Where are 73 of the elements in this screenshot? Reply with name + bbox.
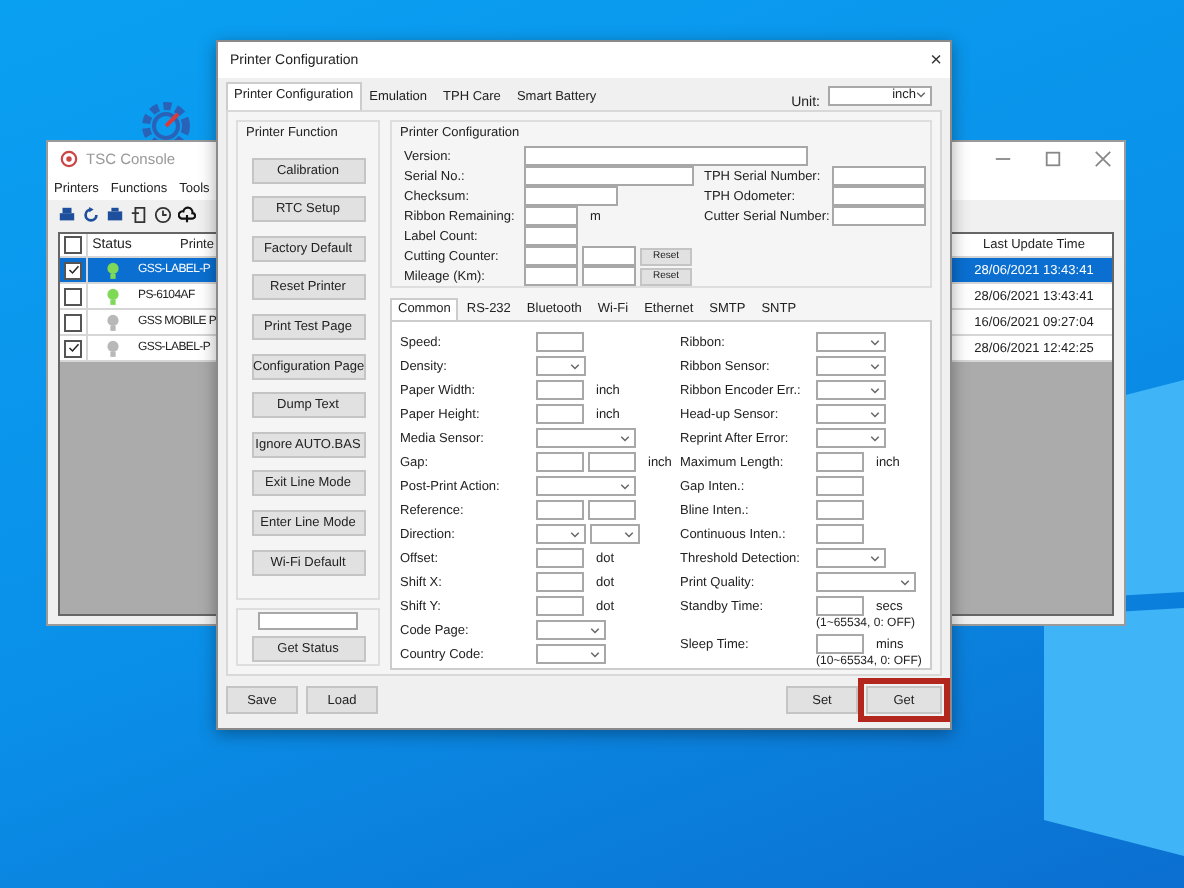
chevron-down-icon bbox=[570, 363, 580, 369]
input-field[interactable] bbox=[536, 500, 584, 520]
dropdown[interactable] bbox=[816, 572, 916, 592]
refresh-icon[interactable] bbox=[82, 205, 100, 223]
cloud-icon[interactable] bbox=[178, 205, 196, 223]
input-field[interactable] bbox=[524, 226, 578, 246]
close-button[interactable]: × bbox=[930, 49, 942, 71]
close-icon[interactable] bbox=[1094, 150, 1112, 168]
input-field[interactable] bbox=[524, 146, 808, 166]
dropdown[interactable] bbox=[590, 524, 640, 544]
dropdown[interactable] bbox=[536, 524, 586, 544]
printer-icon[interactable] bbox=[58, 205, 76, 223]
chevron-down-icon bbox=[590, 651, 600, 657]
chevron-down-icon bbox=[570, 531, 580, 537]
input-field[interactable] bbox=[582, 266, 636, 286]
dropdown[interactable] bbox=[536, 428, 636, 448]
input-field[interactable] bbox=[832, 186, 926, 206]
chevron-down-icon bbox=[590, 627, 600, 633]
checkbox[interactable] bbox=[64, 236, 82, 254]
input-field[interactable] bbox=[524, 266, 578, 286]
checkbox[interactable] bbox=[64, 261, 82, 279]
chevron-down-icon bbox=[916, 92, 926, 98]
dropdown[interactable] bbox=[816, 332, 886, 352]
input-field[interactable] bbox=[832, 206, 926, 226]
input-field[interactable] bbox=[536, 572, 584, 592]
status-field[interactable] bbox=[258, 612, 358, 630]
input-field[interactable] bbox=[816, 476, 864, 496]
input-field[interactable] bbox=[582, 246, 636, 266]
input-field[interactable] bbox=[524, 186, 618, 206]
checkbox[interactable] bbox=[64, 287, 82, 305]
app-icon bbox=[60, 150, 78, 168]
dropdown[interactable] bbox=[536, 356, 586, 376]
dropdown[interactable] bbox=[536, 644, 606, 664]
input-field[interactable] bbox=[536, 452, 584, 472]
maximize-icon[interactable] bbox=[1044, 150, 1062, 168]
input-field[interactable] bbox=[832, 166, 926, 186]
chevron-down-icon bbox=[870, 555, 880, 561]
chevron-down-icon bbox=[870, 339, 880, 345]
chevron-down-icon bbox=[624, 531, 634, 537]
chevron-down-icon bbox=[870, 387, 880, 393]
chevron-down-icon bbox=[870, 411, 880, 417]
input-field[interactable] bbox=[588, 500, 636, 520]
input-field[interactable] bbox=[816, 500, 864, 520]
dropdown[interactable] bbox=[816, 548, 886, 568]
input-field[interactable] bbox=[536, 404, 584, 424]
dropdown[interactable] bbox=[816, 428, 886, 448]
chevron-down-icon bbox=[620, 483, 630, 489]
dropdown[interactable] bbox=[536, 620, 606, 640]
dropdown[interactable] bbox=[816, 380, 886, 400]
chevron-down-icon bbox=[870, 435, 880, 441]
input-field[interactable] bbox=[816, 452, 864, 472]
input-field[interactable] bbox=[524, 206, 578, 226]
input-field[interactable] bbox=[816, 634, 864, 654]
input-field[interactable] bbox=[588, 452, 636, 472]
dropdown[interactable] bbox=[536, 476, 636, 496]
dropdown[interactable] bbox=[816, 356, 886, 376]
input-field[interactable] bbox=[816, 524, 864, 544]
chevron-down-icon bbox=[870, 363, 880, 369]
page-icon[interactable] bbox=[130, 205, 148, 223]
clock-icon[interactable] bbox=[154, 205, 172, 223]
chevron-down-icon bbox=[620, 435, 630, 441]
dropdown[interactable] bbox=[816, 404, 886, 424]
input-field[interactable] bbox=[816, 596, 864, 616]
input-field[interactable] bbox=[536, 548, 584, 568]
input-field[interactable] bbox=[536, 380, 584, 400]
printer-icon[interactable] bbox=[106, 205, 124, 223]
input-field[interactable] bbox=[536, 332, 584, 352]
input-field[interactable] bbox=[524, 246, 578, 266]
checkbox[interactable] bbox=[64, 313, 82, 331]
checkbox[interactable] bbox=[64, 339, 82, 357]
input-field[interactable] bbox=[524, 166, 694, 186]
chevron-down-icon bbox=[900, 579, 910, 585]
input-field[interactable] bbox=[536, 596, 584, 616]
